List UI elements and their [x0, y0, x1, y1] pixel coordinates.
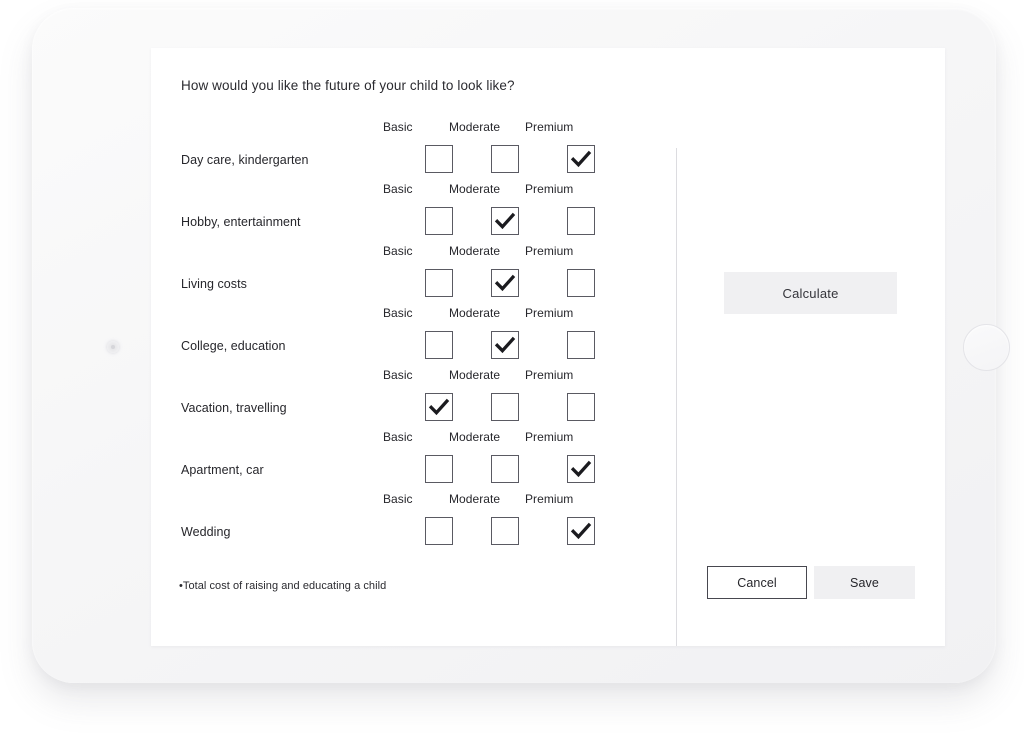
panel-divider — [676, 148, 677, 646]
option-label-moderate: Moderate — [449, 244, 501, 258]
table-row: College, education Basic Moderate Premium — [151, 306, 676, 368]
table-row: Hobby, entertainment Basic Moderate Premium — [151, 182, 676, 244]
checkbox-basic[interactable] — [425, 331, 453, 359]
option-label-premium: Premium — [525, 306, 574, 320]
checkbox-moderate[interactable] — [491, 455, 519, 483]
checkbox-moderate[interactable] — [491, 331, 519, 359]
checkbox-premium[interactable] — [567, 517, 595, 545]
option-label-premium: Premium — [525, 182, 574, 196]
tablet-device-frame: How would you like the future of your ch… — [32, 8, 1010, 683]
row-label: College, education — [181, 339, 286, 353]
table-row: Wedding Basic Moderate Premium — [151, 492, 676, 554]
table-row: Living costs Basic Moderate Premium — [151, 244, 676, 306]
option-label-moderate: Moderate — [449, 430, 501, 444]
checkbox-basic[interactable] — [425, 517, 453, 545]
row-label: Apartment, car — [181, 463, 264, 477]
row-label: Hobby, entertainment — [181, 215, 301, 229]
row-label: Vacation, travelling — [181, 401, 287, 415]
cancel-button[interactable]: Cancel — [707, 566, 807, 599]
check-icon — [494, 212, 516, 230]
row-label: Wedding — [181, 525, 231, 539]
checkbox-premium[interactable] — [567, 145, 595, 173]
check-icon — [570, 460, 592, 478]
check-icon — [494, 336, 516, 354]
options-table: Day care, kindergarten Basic Moderate Premi… — [151, 48, 676, 646]
screenshot-root: How would you like the future of your ch… — [0, 0, 1024, 736]
checkbox-basic[interactable] — [425, 269, 453, 297]
row-label: Day care, kindergarten — [181, 153, 309, 167]
option-label-moderate: Moderate — [449, 182, 501, 196]
checkbox-premium[interactable] — [567, 331, 595, 359]
save-button[interactable]: Save — [814, 566, 915, 599]
option-cell-premium: Premium — [525, 306, 636, 359]
option-label-premium: Premium — [525, 120, 574, 134]
checkbox-moderate[interactable] — [491, 145, 519, 173]
option-cell-premium: Premium — [525, 430, 636, 483]
option-label-premium: Premium — [525, 430, 574, 444]
table-row: Day care, kindergarten Basic Moderate Premi… — [151, 120, 676, 182]
checkbox-basic[interactable] — [425, 145, 453, 173]
option-label-moderate: Moderate — [449, 306, 501, 320]
checkbox-moderate[interactable] — [491, 269, 519, 297]
check-icon — [428, 398, 450, 416]
option-label-moderate: Moderate — [449, 120, 501, 134]
option-label-premium: Premium — [525, 492, 574, 506]
option-cell-premium: Premium — [525, 182, 636, 235]
checkbox-premium[interactable] — [567, 455, 595, 483]
checkbox-basic[interactable] — [425, 455, 453, 483]
checkbox-premium[interactable] — [567, 269, 595, 297]
table-row: Vacation, travelling Basic Moderate Premium — [151, 368, 676, 430]
option-cell-premium: Premium — [525, 368, 636, 421]
option-label-premium: Premium — [525, 368, 574, 382]
checkbox-moderate[interactable] — [491, 393, 519, 421]
check-icon — [570, 150, 592, 168]
check-icon — [570, 522, 592, 540]
table-row: Apartment, car Basic Moderate Premium — [151, 430, 676, 492]
option-label-moderate: Moderate — [449, 492, 501, 506]
camera-dot-icon — [107, 341, 119, 353]
checkbox-moderate[interactable] — [491, 207, 519, 235]
checkbox-premium[interactable] — [567, 393, 595, 421]
row-label: Living costs — [181, 277, 247, 291]
checkbox-basic[interactable] — [425, 393, 453, 421]
checkbox-moderate[interactable] — [491, 517, 519, 545]
home-button-icon[interactable] — [963, 324, 1010, 371]
option-cell-premium: Premium — [525, 492, 636, 545]
calculate-button[interactable]: Calculate — [724, 272, 897, 314]
footnote-text: •Total cost of raising and educating a c… — [179, 580, 387, 592]
checkbox-basic[interactable] — [425, 207, 453, 235]
option-cell-premium: Premium — [525, 120, 636, 173]
tablet-screen: How would you like the future of your ch… — [151, 48, 945, 646]
checkbox-premium[interactable] — [567, 207, 595, 235]
option-cell-premium: Premium — [525, 244, 636, 297]
option-label-premium: Premium — [525, 244, 574, 258]
check-icon — [494, 274, 516, 292]
option-label-moderate: Moderate — [449, 368, 501, 382]
